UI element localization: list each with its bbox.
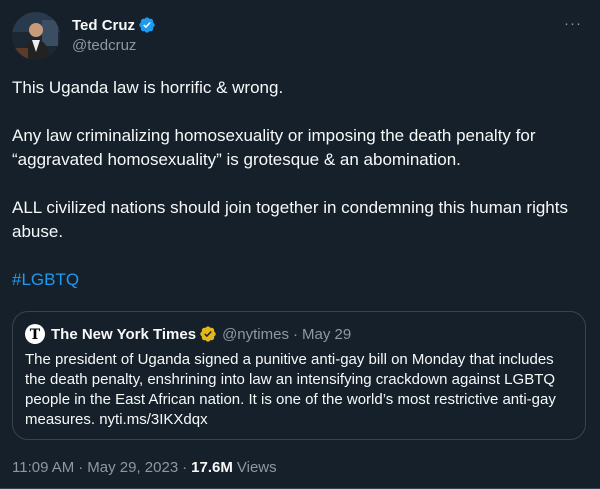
views-count[interactable]: 17.6M <box>191 459 233 476</box>
svg-text:T: T <box>30 327 41 342</box>
tweet-metadata: 11:09 AM · May 29, 2023 · 17.6M Views <box>12 457 277 477</box>
quoted-tweet[interactable]: T The New York Times @nytimes · May 29 T… <box>12 311 586 440</box>
quoted-tweet-text: The president of Uganda signed a punitiv… <box>25 351 556 428</box>
verified-badge-icon[interactable] <box>138 16 156 34</box>
separator-dot: · <box>78 458 84 476</box>
quoted-handle[interactable]: @nytimes <box>222 326 289 343</box>
gold-verified-badge-icon[interactable] <box>199 325 217 343</box>
tweet-text: This Uganda law is horrific & wrong. Any… <box>12 76 584 292</box>
author-info: Ted Cruz @tedcruz <box>72 15 156 54</box>
author-avatar[interactable] <box>12 12 60 60</box>
quoted-date[interactable]: May 29 <box>302 326 351 343</box>
tweet: Ted Cruz @tedcruz ··· This Uganda law is… <box>0 0 600 489</box>
hashtag-link[interactable]: #LGBTQ <box>12 270 79 289</box>
display-name-row: Ted Cruz <box>72 15 156 35</box>
nyt-logo-icon: T <box>25 324 45 344</box>
tweet-header: Ted Cruz @tedcruz ··· <box>12 12 588 60</box>
separator-dot: · <box>292 325 298 343</box>
quoted-tweet-header: T The New York Times @nytimes · May 29 <box>25 324 351 344</box>
quoted-display-name[interactable]: The New York Times <box>51 326 196 343</box>
tweet-paragraph: Any law criminalizing homosexuality or i… <box>12 126 536 169</box>
avatar-image <box>12 12 60 60</box>
separator-dot: · <box>182 458 188 476</box>
author-display-name[interactable]: Ted Cruz <box>72 17 135 34</box>
tweet-paragraph: This Uganda law is horrific & wrong. <box>12 78 284 97</box>
views-label: Views <box>236 458 277 476</box>
tweet-date[interactable]: May 29, 2023 <box>87 459 178 476</box>
tweet-time[interactable]: 11:09 AM <box>12 459 74 476</box>
author-handle[interactable]: @tedcruz <box>72 37 156 54</box>
tweet-paragraph: ALL civilized nations should join togeth… <box>12 198 568 241</box>
more-options-button[interactable]: ··· <box>562 16 584 36</box>
